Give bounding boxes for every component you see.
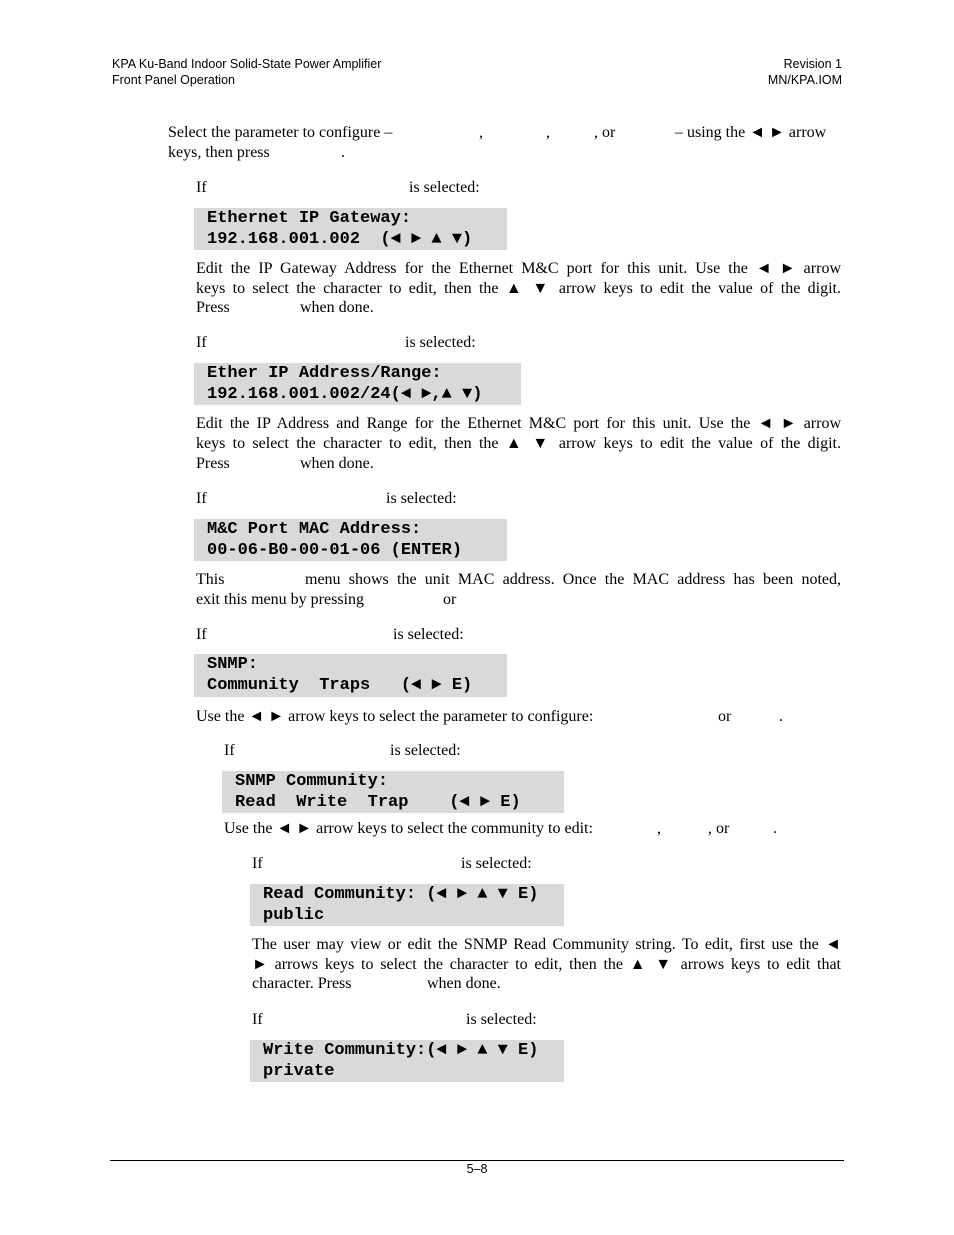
condition-text: If bbox=[224, 742, 235, 759]
condition-text: If bbox=[196, 626, 207, 643]
condition-text: is selected: bbox=[466, 1011, 537, 1028]
condition-text: If bbox=[196, 334, 207, 351]
paragraph-line: Press bbox=[196, 455, 230, 472]
paragraph-line: Press bbox=[196, 299, 230, 316]
paragraph-line: , bbox=[657, 820, 661, 837]
condition-text: is selected: bbox=[409, 179, 480, 196]
paragraph-line: keys to select the character to edit, th… bbox=[196, 280, 841, 297]
intro-text: Select the parameter to configure – bbox=[168, 124, 393, 141]
lcd-display-mac: M&C Port MAC Address: 00-06-B0-00-01-06 … bbox=[194, 519, 507, 561]
paragraph-line: when done. bbox=[300, 299, 374, 316]
paragraph-line: Use the ◄ ► arrow keys to select the par… bbox=[196, 708, 594, 725]
condition-text: If bbox=[252, 855, 263, 872]
intro-text: , bbox=[546, 124, 550, 141]
intro-text: , bbox=[479, 124, 483, 141]
paragraph-line: when done. bbox=[427, 975, 501, 992]
condition-text: is selected: bbox=[405, 334, 476, 351]
lcd-display-community: SNMP Community: Read Write Trap (◄ ► E) bbox=[222, 771, 564, 813]
paragraph-line: ► arrows keys to select the character to… bbox=[252, 956, 841, 973]
lcd-line: Ethernet IP Gateway: bbox=[207, 209, 412, 228]
lcd-line: 192.168.001.002 (◄ ► ▲ ▼) bbox=[207, 230, 473, 249]
paragraph-line: The user may view or edit the SNMP Read … bbox=[252, 936, 841, 953]
intro-text: keys, then press bbox=[168, 144, 270, 161]
lcd-line: M&C Port MAC Address: bbox=[207, 520, 422, 539]
paragraph-line: when done. bbox=[300, 455, 374, 472]
lcd-display-write-community: Write Community:(◄ ► ▲ ▼ E) private bbox=[250, 1040, 564, 1082]
paragraph-line: keys to select the character to edit, th… bbox=[196, 435, 841, 452]
paragraph-line: or bbox=[443, 591, 457, 608]
condition-text: If bbox=[196, 179, 207, 196]
paragraph-line: . bbox=[773, 820, 777, 837]
lcd-line: Read Write Trap (◄ ► E) bbox=[235, 793, 521, 812]
header-title: KPA Ku-Band Indoor Solid-State Power Amp… bbox=[112, 57, 382, 71]
lcd-line: Ether IP Address/Range: bbox=[207, 364, 442, 383]
lcd-line: Community Traps (◄ ► E) bbox=[207, 676, 473, 695]
intro-text: , or bbox=[594, 124, 616, 141]
condition-text: If bbox=[252, 1011, 263, 1028]
lcd-line: SNMP: bbox=[207, 655, 259, 674]
condition-text: is selected: bbox=[393, 626, 464, 643]
header-doc-number: MN/KPA.IOM bbox=[767, 73, 842, 87]
lcd-line: public bbox=[263, 906, 325, 925]
paragraph-line: menu shows the unit MAC address. Once th… bbox=[305, 571, 841, 588]
paragraph-line: , or bbox=[708, 820, 730, 837]
page-number: 5–8 bbox=[466, 1162, 488, 1176]
footer-divider bbox=[110, 1160, 844, 1161]
condition-text: is selected: bbox=[461, 855, 532, 872]
condition-text: is selected: bbox=[390, 742, 461, 759]
intro-text: – using the ◄ ► arrow bbox=[675, 124, 827, 141]
paragraph-line: character. Press bbox=[252, 975, 352, 992]
condition-text: If bbox=[196, 490, 207, 507]
lcd-line: private bbox=[263, 1062, 335, 1081]
condition-text: is selected: bbox=[386, 490, 457, 507]
lcd-display-read-community: Read Community: (◄ ► ▲ ▼ E) public bbox=[250, 884, 564, 926]
lcd-display-gateway: Ethernet IP Gateway: 192.168.001.002 (◄ … bbox=[194, 208, 507, 250]
paragraph-line: exit this menu by pressing bbox=[196, 591, 364, 608]
lcd-display-address: Ether IP Address/Range: 192.168.001.002/… bbox=[194, 363, 521, 405]
header-section: Front Panel Operation bbox=[112, 73, 235, 87]
lcd-line: Write Community:(◄ ► ▲ ▼ E) bbox=[263, 1041, 539, 1060]
paragraph-line: Use the ◄ ► arrow keys to select the com… bbox=[224, 820, 593, 837]
intro-text: . bbox=[341, 144, 345, 161]
paragraph-line: Edit the IP Address and Range for the Et… bbox=[196, 415, 841, 432]
paragraph-line: This bbox=[196, 571, 225, 588]
paragraph-line: Edit the IP Gateway Address for the Ethe… bbox=[196, 260, 841, 277]
lcd-line: 192.168.001.002/24(◄ ►,▲ ▼) bbox=[207, 385, 483, 404]
lcd-line: 00-06-B0-00-01-06 (ENTER) bbox=[207, 541, 463, 560]
header-revision: Revision 1 bbox=[783, 57, 842, 71]
lcd-line: Read Community: (◄ ► ▲ ▼ E) bbox=[263, 885, 539, 904]
lcd-display-snmp: SNMP: Community Traps (◄ ► E) bbox=[194, 654, 507, 697]
paragraph-line: or bbox=[718, 708, 732, 725]
paragraph-line: . bbox=[779, 708, 783, 725]
lcd-line: SNMP Community: bbox=[235, 772, 389, 791]
